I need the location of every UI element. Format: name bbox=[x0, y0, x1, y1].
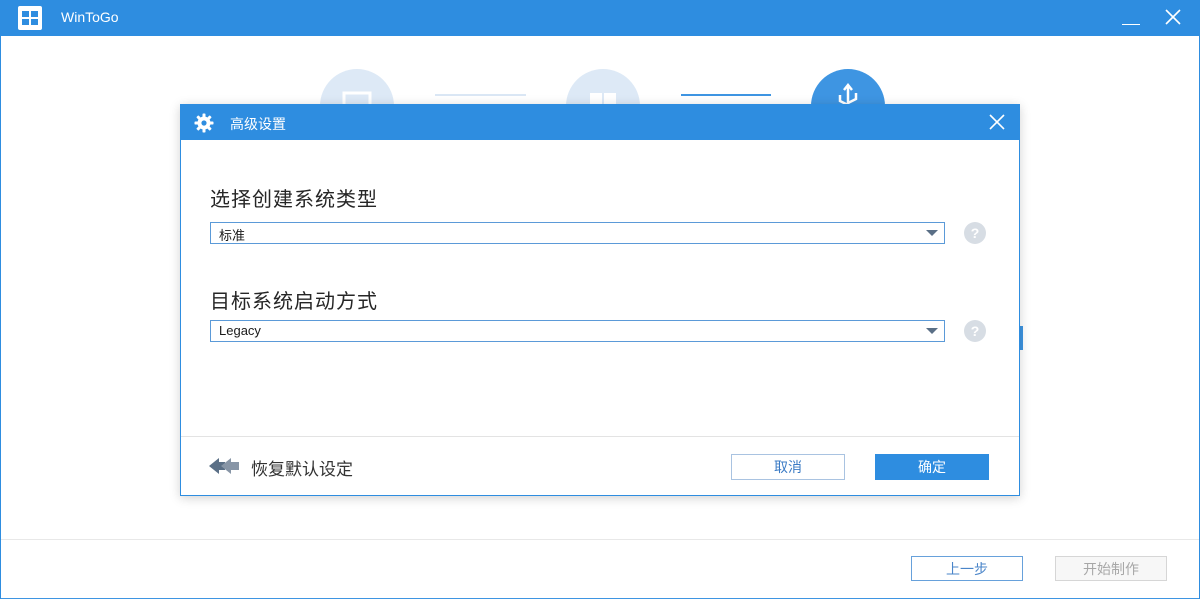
windows-logo-icon bbox=[18, 6, 42, 30]
question-icon[interactable]: ? bbox=[964, 222, 986, 244]
system-type-label: 选择创建系统类型 bbox=[210, 187, 378, 211]
system-type-select[interactable]: 标准 bbox=[210, 222, 945, 244]
double-left-arrow-icon[interactable] bbox=[209, 457, 241, 475]
advanced-settings-dialog: 高级设置 选择创建系统类型 标准 ? 目标系统启动方式 Legacy ? 恢复默… bbox=[180, 104, 1020, 496]
boot-mode-value: Legacy bbox=[219, 323, 261, 338]
boot-mode-select[interactable]: Legacy bbox=[210, 320, 945, 342]
dialog-divider bbox=[181, 436, 1019, 437]
cancel-button[interactable]: 取消 bbox=[731, 454, 845, 480]
gear-icon bbox=[194, 113, 214, 133]
close-icon[interactable] bbox=[1163, 7, 1183, 27]
title-bar: WinToGo bbox=[0, 0, 1200, 36]
close-icon[interactable] bbox=[988, 113, 1006, 131]
chevron-down-icon[interactable] bbox=[926, 230, 938, 236]
minimize-icon[interactable] bbox=[1120, 10, 1142, 28]
system-type-value: 标准 bbox=[219, 228, 246, 243]
ok-button[interactable]: 确定 bbox=[875, 454, 989, 480]
question-icon[interactable]: ? bbox=[964, 320, 986, 342]
dialog-title: 高级设置 bbox=[230, 117, 286, 133]
reset-defaults-link[interactable]: 恢复默认设定 bbox=[251, 455, 353, 480]
dialog-title-bar: 高级设置 bbox=[181, 105, 1019, 140]
chevron-down-icon[interactable] bbox=[926, 328, 938, 334]
app-title: WinToGo bbox=[61, 9, 119, 25]
boot-mode-label: 目标系统启动方式 bbox=[210, 289, 378, 313]
